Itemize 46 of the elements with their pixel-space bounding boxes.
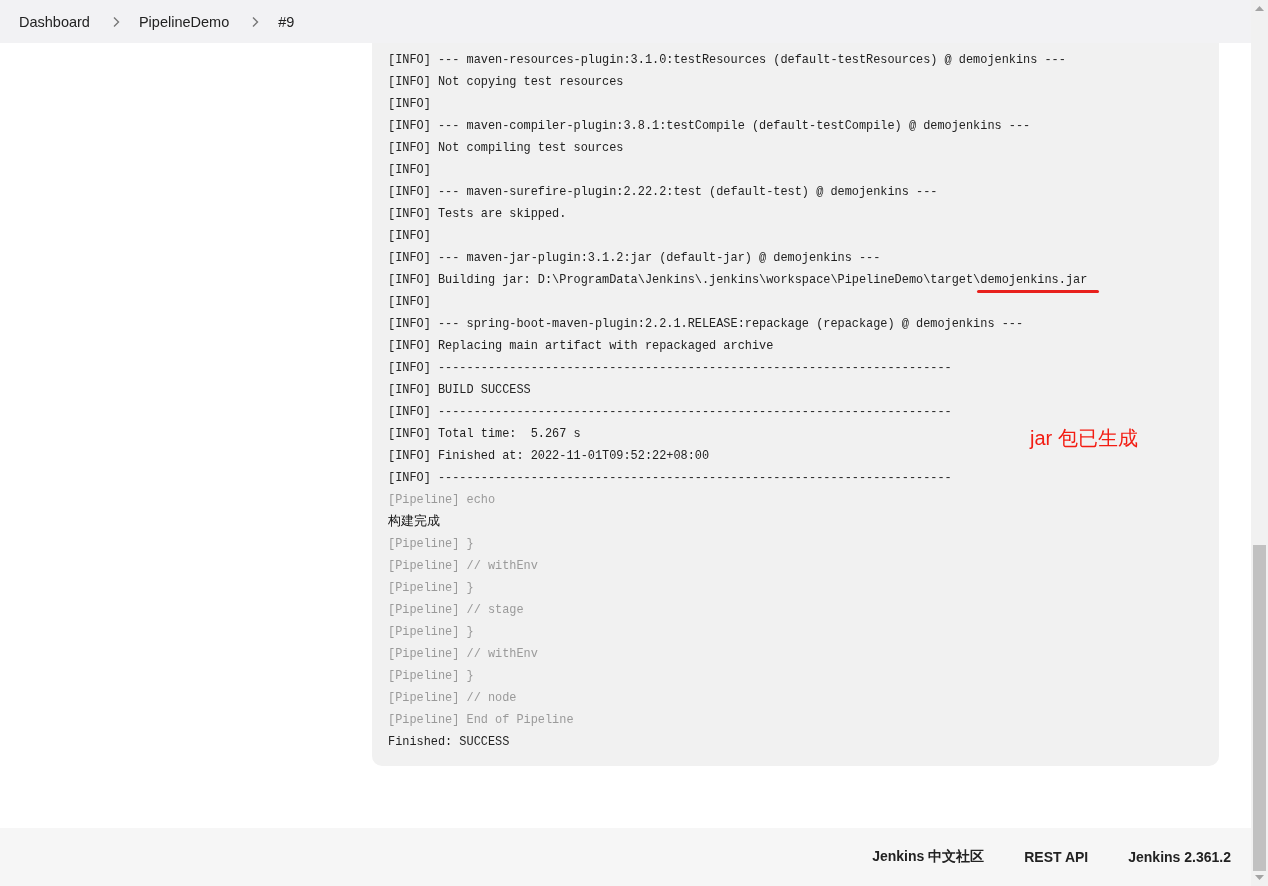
- console-line: [INFO] Tests are skipped.: [388, 206, 567, 223]
- console-line: [INFO] ------------------------------------------------------------------------: [388, 404, 952, 421]
- console-line: [INFO] --- maven-surefire-plugin:2.22.2:test (default-test) @ demojenkins ---: [388, 184, 938, 201]
- console-line: [Pipeline] echo: [388, 492, 496, 509]
- console-line: [INFO] --- spring-boot-maven-plugin:2.2.1.RELEASE:repackage (repackage) @ demojenkins ---: [388, 316, 1024, 333]
- console-line: [INFO] Total time: 5.267 s: [388, 426, 581, 443]
- breadcrumb-link[interactable]: #9: [278, 13, 295, 30]
- breadcrumb-link[interactable]: Dashboard: [19, 13, 90, 30]
- console-line: [Pipeline] }: [388, 668, 474, 685]
- console-line: [INFO] ------------------------------------------------------------------------: [388, 470, 952, 487]
- console-line: [INFO]: [388, 96, 431, 113]
- console-line: [INFO] ------------------------------------------------------------------------: [388, 360, 952, 377]
- chevron-right-icon: [111, 15, 120, 28]
- console-line: [Pipeline] End of Pipeline: [388, 712, 574, 729]
- console-line: [Pipeline] }: [388, 624, 474, 641]
- breadcrumb-link[interactable]: PipelineDemo: [138, 13, 230, 30]
- console-line: [Pipeline] // withEnv: [388, 646, 538, 663]
- console-line: [INFO] Building jar: D:\ProgramData\Jenkins\.jenkins\workspace\PipelineDemo\target\: [388, 272, 981, 289]
- console-line: [Pipeline] }: [388, 536, 474, 553]
- console-line: [INFO] Finished at: 2022-11-01T09:52:22+08:00: [388, 448, 710, 465]
- footer-link[interactable]: Jenkins 中文社区: [872, 848, 985, 866]
- console-line: [INFO] Not compiling test sources: [388, 140, 624, 157]
- console-line: [INFO] Replacing main artifact with repackaged archive: [388, 338, 774, 355]
- footer-link[interactable]: REST API: [1024, 849, 1089, 865]
- console-line: [Pipeline] // stage: [388, 602, 524, 619]
- console-line: [Pipeline] // withEnv: [388, 558, 538, 575]
- console-line: [INFO]: [388, 228, 431, 245]
- scrollbar[interactable]: [1251, 0, 1268, 886]
- console-line: [INFO] Not copying test resources: [388, 74, 624, 91]
- console-line: [INFO]: [388, 162, 431, 179]
- console-line: [INFO] BUILD SUCCESS: [388, 382, 531, 399]
- console-line: 构建完成: [388, 513, 440, 531]
- console-line: [INFO] --- maven-resources-plugin:3.1.0:testResources (default-testResources) @ demojenkins ---: [388, 52, 1066, 69]
- footer-link[interactable]: Jenkins 2.361.2: [1128, 849, 1231, 865]
- scroll-up-arrow-icon[interactable]: [1255, 6, 1264, 11]
- console-line: [INFO] --- maven-jar-plugin:3.1.2:jar (default-jar) @ demojenkins ---: [388, 250, 881, 267]
- scrollbar-thumb[interactable]: [1253, 545, 1266, 871]
- annotation-text: jar 包已生成: [1030, 426, 1138, 451]
- console-line: [Pipeline] }: [388, 580, 474, 597]
- console-line: [INFO] --- maven-compiler-plugin:3.8.1:testCompile (default-testCompile) @ demojenkins ---: [388, 118, 1031, 135]
- console-line: Finished: SUCCESS: [388, 734, 510, 751]
- console-line: [INFO]: [388, 294, 431, 311]
- scroll-down-arrow-icon[interactable]: [1255, 875, 1264, 880]
- chevron-right-icon: [251, 15, 260, 28]
- highlighted-filename: demojenkins.jar: [980, 269, 1088, 291]
- console-line: [Pipeline] // node: [388, 690, 517, 707]
